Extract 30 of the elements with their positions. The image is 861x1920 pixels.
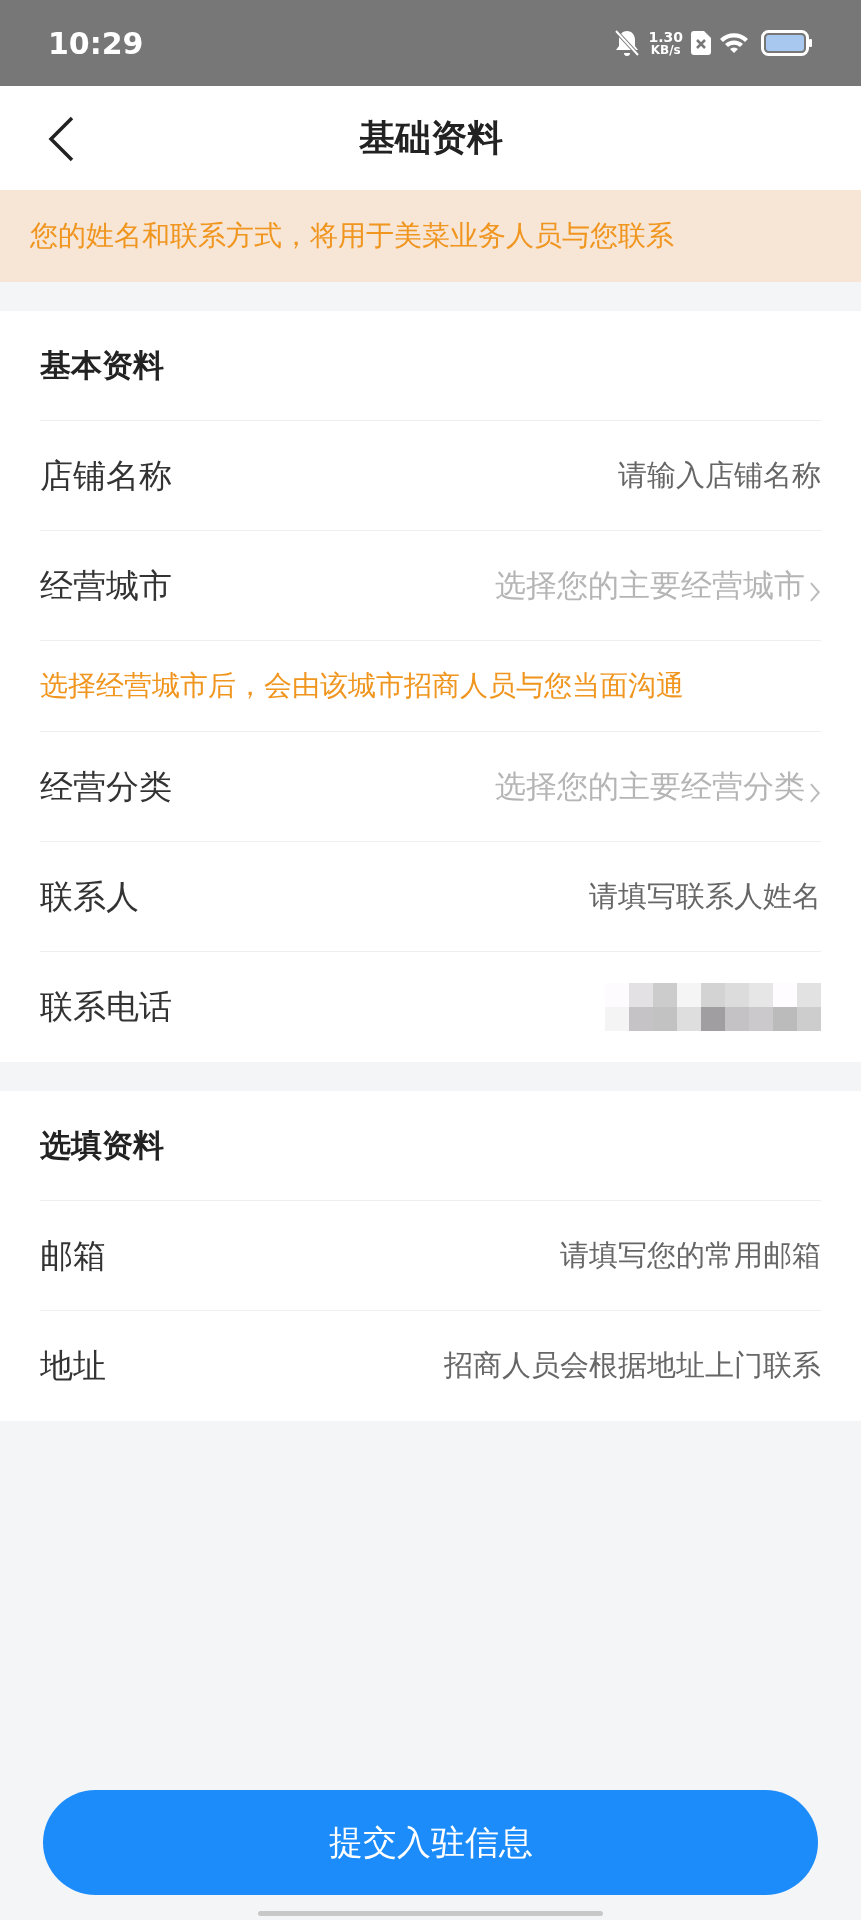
input-field[interactable]: 请填写联系人姓名 (155, 874, 821, 919)
select-field[interactable]: 选择您的主要经营分类 (188, 763, 806, 810)
section-title: 基本资料 (40, 346, 164, 386)
chevron-right-icon (809, 781, 821, 804)
bell-off-icon (614, 29, 641, 57)
status-time: 10:29 (48, 24, 144, 63)
field-label: 经营分类 (40, 765, 172, 808)
field-label: 经营城市 (40, 564, 172, 607)
sim-card-icon (691, 31, 711, 55)
section-title: 选填资料 (40, 1126, 164, 1166)
field-label: 联系人 (40, 875, 139, 918)
notice-text: 您的姓名和联系方式，将用于美菜业务人员与您联系 (30, 218, 674, 254)
submit-button[interactable]: 提交入驻信息 (43, 1790, 818, 1895)
input-field[interactable]: 请填写您的常用邮箱 (122, 1233, 821, 1278)
input-field[interactable]: 招商人员会根据地址上门联系 (122, 1344, 821, 1388)
back-button[interactable] (48, 116, 74, 162)
battery-icon (761, 30, 813, 56)
input-field[interactable]: 请输入店铺名称 (188, 453, 821, 498)
net-speed-unit: KB/s (650, 44, 681, 56)
page-title: 基础资料 (358, 116, 503, 160)
select-field[interactable]: 选择您的主要经营城市 (188, 562, 806, 609)
field-label: 邮箱 (40, 1234, 106, 1277)
field-label: 地址 (40, 1345, 106, 1388)
chevron-right-icon (809, 580, 821, 603)
field-label: 店铺名称 (40, 454, 172, 497)
city-hint-text: 选择经营城市后，会由该城市招商人员与您当面沟通 (40, 668, 684, 704)
wifi-icon (719, 31, 749, 55)
field-label: 联系电话 (40, 986, 172, 1029)
back-icon (48, 116, 74, 162)
net-speed-value: 1.30 (648, 30, 683, 44)
